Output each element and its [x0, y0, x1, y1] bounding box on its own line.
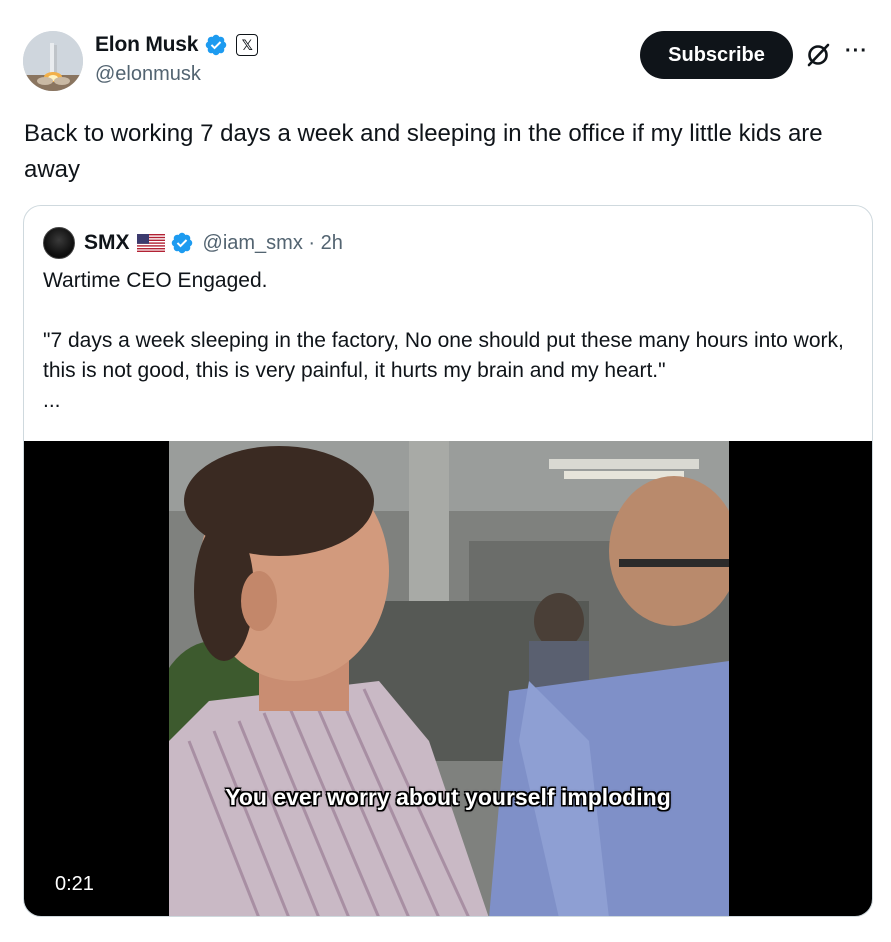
quoted-tweet[interactable]: SMX @iam_smx · 2h Wartime CEO Engaged. "… — [23, 205, 873, 917]
tweet-text: Back to working 7 days a week and sleepi… — [24, 120, 823, 183]
verified-badge-icon — [204, 33, 228, 57]
quoted-author-avatar[interactable] — [43, 227, 75, 259]
quoted-tweet-header: SMX @iam_smx · 2h — [43, 227, 343, 259]
us-flag-icon — [136, 234, 165, 252]
grok-icon[interactable] — [805, 42, 831, 68]
tweet-header: Elon Musk 𝕏 @elonmusk Subscribe ··· — [0, 0, 891, 110]
quoted-author-name[interactable]: SMX — [84, 231, 130, 255]
quoted-verified-badge-icon — [170, 231, 194, 255]
video-player[interactable]: You ever worry about yourself imploding … — [24, 441, 872, 916]
video-duration: 0:21 — [55, 873, 94, 895]
author-name[interactable]: Elon Musk — [95, 33, 198, 57]
video-subtitle: You ever worry about yourself imploding — [225, 784, 671, 810]
quoted-tweet-text: Wartime CEO Engaged. "7 days a week slee… — [43, 269, 844, 412]
quoted-author-handle-time[interactable]: @iam_smx · 2h — [203, 232, 343, 255]
x-logo-icon: 𝕏 — [236, 34, 259, 56]
author-handle[interactable]: @elonmusk — [95, 63, 201, 86]
more-options-button[interactable]: ··· — [845, 40, 868, 63]
video-frame — [169, 441, 729, 916]
subscribe-button[interactable]: Subscribe — [640, 31, 793, 79]
author-avatar[interactable] — [23, 31, 83, 91]
